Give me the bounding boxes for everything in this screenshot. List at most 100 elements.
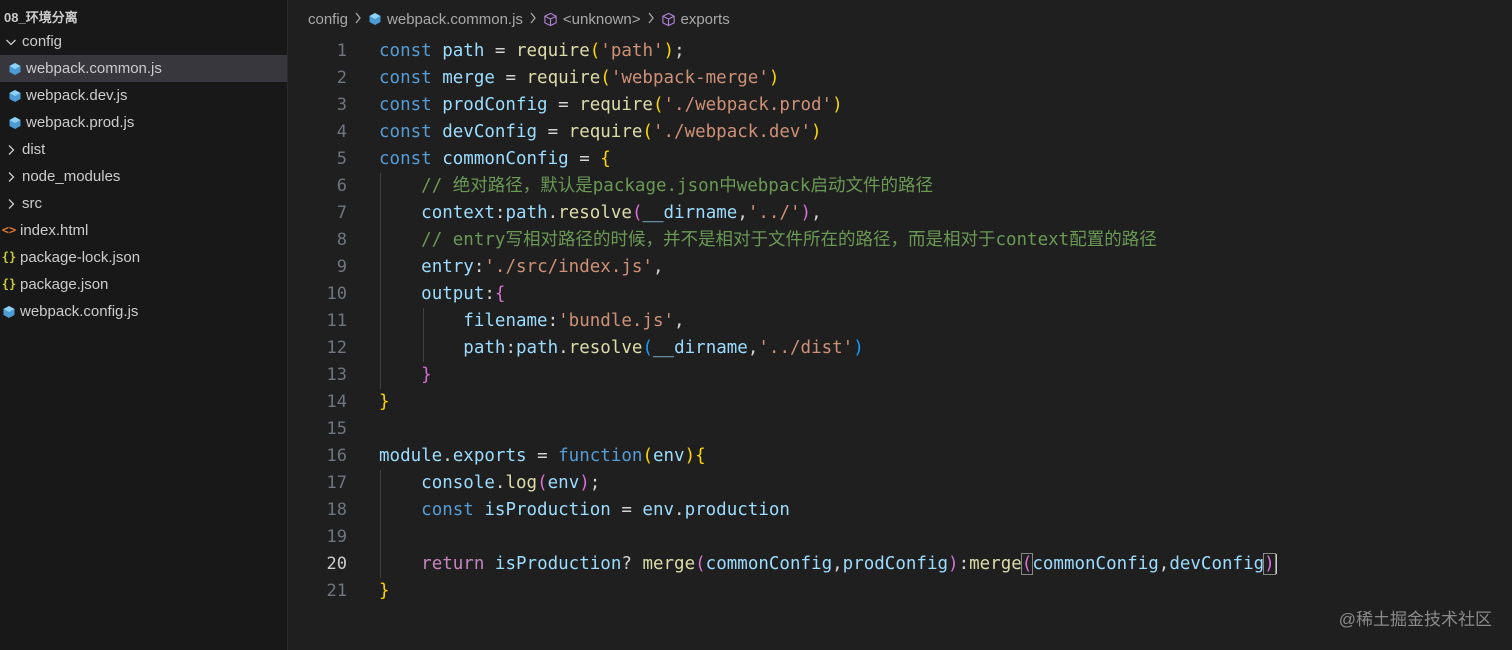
code-token: { — [600, 149, 611, 169]
code-token: devConfig — [442, 122, 538, 142]
code-token: commonConfig — [1032, 554, 1159, 574]
chevron-right-icon — [4, 170, 18, 184]
code-token: = — [537, 122, 569, 142]
tree-item[interactable]: node_modules — [0, 163, 287, 190]
code-token: , — [747, 338, 759, 358]
code-token: ) — [800, 203, 812, 223]
code-token: ( — [631, 203, 643, 223]
code-token: ) — [684, 446, 696, 466]
code-token: resolve — [558, 203, 632, 223]
tree-item-label: dist — [22, 141, 46, 158]
code-token: const — [379, 41, 443, 61]
tree-item[interactable]: dist — [0, 136, 287, 163]
code-token: = — [494, 68, 527, 88]
code-token: ) — [853, 338, 864, 358]
tree-item[interactable]: src — [0, 190, 287, 217]
tree-item[interactable]: {} package.json — [0, 271, 287, 298]
code-token: } — [421, 365, 432, 385]
tree-item-label: webpack.common.js — [26, 60, 162, 77]
chevron-right-icon — [4, 197, 18, 211]
code-token: . — [442, 446, 453, 466]
tree-item-label: webpack.dev.js — [26, 87, 128, 104]
code-token: ( — [537, 473, 548, 493]
code-token: isProduction — [484, 500, 611, 520]
code-token: // 绝对路径，默认是package.json中webpack启动文件的路径 — [421, 176, 933, 196]
breadcrumb-file[interactable]: webpack.common.js — [387, 11, 523, 28]
tree-item[interactable]: {} package-lock.json — [0, 244, 287, 271]
code-line[interactable]: // 绝对路径，默认是package.json中webpack启动文件的路径 — [379, 173, 933, 200]
tree-item[interactable]: webpack.dev.js — [0, 82, 287, 109]
js-file-icon — [8, 116, 22, 130]
code-token: output — [421, 284, 485, 304]
code-line[interactable]: } — [379, 578, 390, 605]
code-token: . — [674, 500, 685, 520]
line-number: 21 — [326, 581, 347, 601]
code-token: ? — [621, 554, 643, 574]
code-token: entry — [421, 257, 474, 277]
tree-item[interactable]: webpack.config.js — [0, 298, 287, 325]
code-token: : — [484, 284, 495, 304]
explorer-folder-title[interactable]: 08_环境分离 — [0, 8, 287, 28]
code-line[interactable]: path:path.resolve(__dirname,'../dist') — [379, 335, 864, 362]
code-line[interactable]: // entry写相对路径的时候，并不是相对于文件所在的路径，而是相对于cont… — [379, 227, 1157, 254]
code-token: isProduction — [494, 554, 622, 574]
code-token: ) — [1263, 553, 1276, 575]
code-token: ; — [674, 41, 685, 61]
code-line[interactable]: const prodConfig = require('./webpack.pr… — [379, 92, 843, 119]
code-line[interactable]: } — [379, 389, 390, 416]
code-token: path — [516, 338, 559, 358]
breadcrumb-folder[interactable]: config — [308, 11, 348, 28]
code-line[interactable]: output:{ — [379, 281, 505, 308]
code-token: './src/index.js' — [484, 257, 653, 277]
code-line[interactable]: console.log(env); — [379, 470, 600, 497]
code-line[interactable]: module.exports = function(env){ — [379, 443, 706, 470]
code-token: 'webpack-merge' — [610, 68, 769, 88]
code-token: ( — [1020, 553, 1034, 575]
code-token: : — [958, 554, 970, 574]
tree-item[interactable]: <> index.html — [0, 217, 287, 244]
code-line[interactable]: const merge = require('webpack-merge') — [379, 65, 779, 92]
code-token: devConfig — [1169, 554, 1265, 574]
code-token: , — [652, 257, 664, 277]
code-token: const — [379, 149, 443, 169]
code-token: ) — [768, 68, 780, 88]
tree-item[interactable]: webpack.common.js — [0, 55, 287, 82]
code-token: ( — [695, 554, 706, 574]
code-line[interactable]: context:path.resolve(__dirname,'../'), — [379, 200, 821, 227]
code-line[interactable]: const commonConfig = { — [379, 146, 611, 173]
breadcrumb-symbol-unknown[interactable]: <unknown> — [563, 11, 641, 28]
file-tree: config webpack.common.js webpack.dev.js web… — [0, 28, 287, 325]
code-line[interactable]: return isProduction? merge(commonConfig,… — [379, 551, 1277, 578]
code-line[interactable]: filename:'bundle.js', — [379, 308, 684, 335]
code-line[interactable]: const devConfig = require('./webpack.dev… — [379, 119, 822, 146]
code-token: require — [526, 68, 601, 88]
code-line[interactable]: const path = require('path'); — [379, 38, 685, 65]
tree-item[interactable]: config — [0, 28, 287, 55]
tree-item-label: index.html — [20, 222, 89, 239]
breadcrumb-symbol-exports[interactable]: exports — [681, 11, 730, 28]
code-line[interactable]: const isProduction = env.production — [379, 497, 790, 524]
code-token: path — [442, 41, 485, 61]
tree-item[interactable]: webpack.prod.js — [0, 109, 287, 136]
line-number: 1 — [336, 41, 347, 61]
code-token: . — [547, 203, 559, 223]
tree-item-label: node_modules — [22, 168, 121, 185]
code-token: = — [547, 95, 580, 115]
chevron-right-icon — [647, 11, 655, 27]
code-token: __dirname — [653, 338, 748, 358]
code-token: log — [505, 473, 538, 493]
code-token: return — [421, 554, 495, 574]
code-line[interactable]: } — [379, 362, 432, 389]
code-token: ( — [642, 338, 654, 358]
chevron-right-icon — [529, 11, 537, 27]
text-cursor — [1274, 554, 1277, 574]
line-number: 19 — [326, 527, 347, 547]
code-line[interactable]: entry:'./src/index.js', — [379, 254, 664, 281]
tree-item-label: package.json — [20, 276, 109, 293]
